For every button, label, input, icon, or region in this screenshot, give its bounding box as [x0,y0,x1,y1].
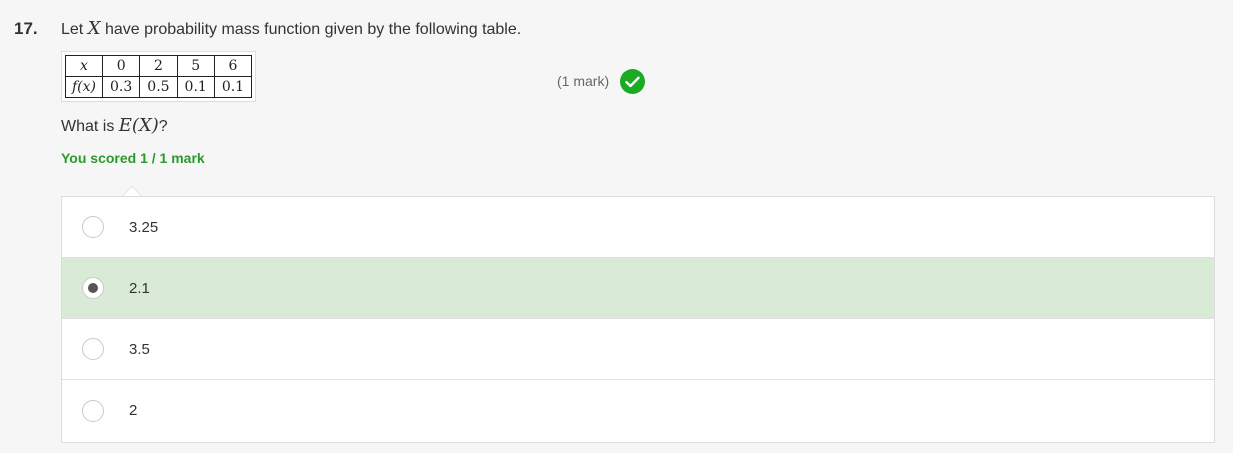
radio-dot [88,283,98,293]
answer-option-selected[interactable]: 2.1 [62,258,1214,319]
answer-option[interactable]: 3.5 [62,319,1214,380]
question-variable: X [87,18,101,39]
question-text-before: Let [61,21,88,38]
pmf-x-value: 0 [102,55,141,77]
question-text: Let X have probability mass function giv… [61,18,521,39]
checkmark-glyph [625,76,640,87]
pmf-x-value: 6 [213,55,253,77]
answer-option[interactable]: 3.25 [62,197,1214,258]
radio-button[interactable] [82,216,104,238]
prompt-after: ? [158,118,168,135]
radio-button-checked[interactable] [82,277,104,299]
pmf-f-value: 0.1 [176,76,215,98]
pmf-table: x 0 2 5 6 f(x) 0.3 0.5 0.1 0.1 [61,51,257,102]
pmf-x-label: x [64,55,104,77]
pmf-x-row: x 0 2 5 6 [64,55,253,77]
answer-option[interactable]: 2 [62,380,1214,441]
prompt-math: E(X) [118,115,159,136]
prompt-before: What is [61,118,119,135]
mark-label: (1 mark) [557,73,610,89]
pmf-f-row: f(x) 0.3 0.5 0.1 0.1 [64,76,253,98]
pmf-f-value: 0.1 [213,76,253,98]
pmf-f-label: f(x) [64,76,104,98]
pmf-x-value: 2 [139,55,178,77]
question-prompt: What is E(X)? [61,115,168,136]
pmf-f-value: 0.3 [102,76,141,98]
pmf-f-value: 0.5 [139,76,178,98]
question-page: 17. Let X have probability mass function… [0,0,1233,453]
answer-option-label: 2.1 [129,279,150,297]
question-number: 17. [14,19,38,38]
check-circle-icon [620,69,645,94]
radio-button[interactable] [82,338,104,360]
radio-button[interactable] [82,399,104,422]
answer-option-label: 3.5 [129,340,150,358]
score-text: You scored 1 / 1 mark [61,150,205,166]
answer-option-label: 3.25 [129,218,159,236]
pmf-x-value: 5 [176,55,215,77]
question-text-after: have probability mass function given by … [100,21,522,38]
answer-option-label: 2 [129,402,138,419]
answer-options: 3.25 2.1 3.5 2 [61,196,1215,443]
